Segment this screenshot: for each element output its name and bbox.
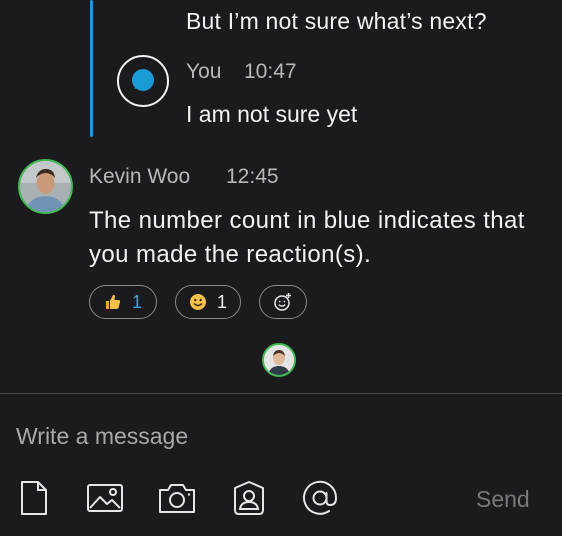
person-photo	[264, 345, 294, 375]
thread-indicator-line	[90, 0, 93, 137]
person-photo	[20, 161, 71, 212]
reply-timestamp: 10:47	[244, 60, 297, 83]
mention-icon	[303, 480, 338, 515]
chat-screen: But I’m not sure what’s next? You 10:47 …	[0, 0, 562, 536]
chat-bubble-icon	[132, 69, 154, 91]
add-reaction-button[interactable]	[259, 285, 307, 319]
composer-divider	[0, 393, 562, 394]
contact-icon	[234, 481, 264, 515]
share-contact-button[interactable]	[229, 478, 269, 518]
thread-previous-message: But I’m not sure what’s next?	[186, 8, 487, 34]
read-receipt-avatar[interactable]	[262, 343, 296, 377]
mention-button[interactable]	[300, 478, 340, 518]
thumbs-up-emoji	[105, 294, 121, 309]
message-input[interactable]	[16, 418, 536, 454]
message-author: Kevin Woo	[89, 165, 191, 188]
file-icon	[21, 481, 47, 515]
reply-author: You	[186, 60, 222, 83]
you-avatar[interactable]	[117, 55, 169, 107]
message-timestamp: 12:45	[226, 165, 279, 188]
smile-emoji	[189, 294, 206, 310]
send-button[interactable]: Send	[476, 486, 530, 513]
smile-count: 1	[216, 291, 227, 312]
message-text: The number count in blue indicates that …	[89, 207, 525, 268]
attach-image-button[interactable]	[85, 478, 125, 518]
camera-button[interactable]	[157, 478, 197, 518]
thumbs-up-count: 1	[131, 291, 142, 312]
camera-icon	[159, 484, 195, 513]
thumbs-up-reaction[interactable]: 1	[89, 285, 157, 319]
image-icon	[87, 484, 123, 512]
attach-file-button[interactable]	[14, 478, 54, 518]
reply-text: I am not sure yet	[186, 101, 358, 127]
kevin-woo-avatar[interactable]	[18, 159, 73, 214]
add-reaction-icon	[274, 293, 291, 311]
smile-reaction[interactable]: 1	[175, 285, 241, 319]
